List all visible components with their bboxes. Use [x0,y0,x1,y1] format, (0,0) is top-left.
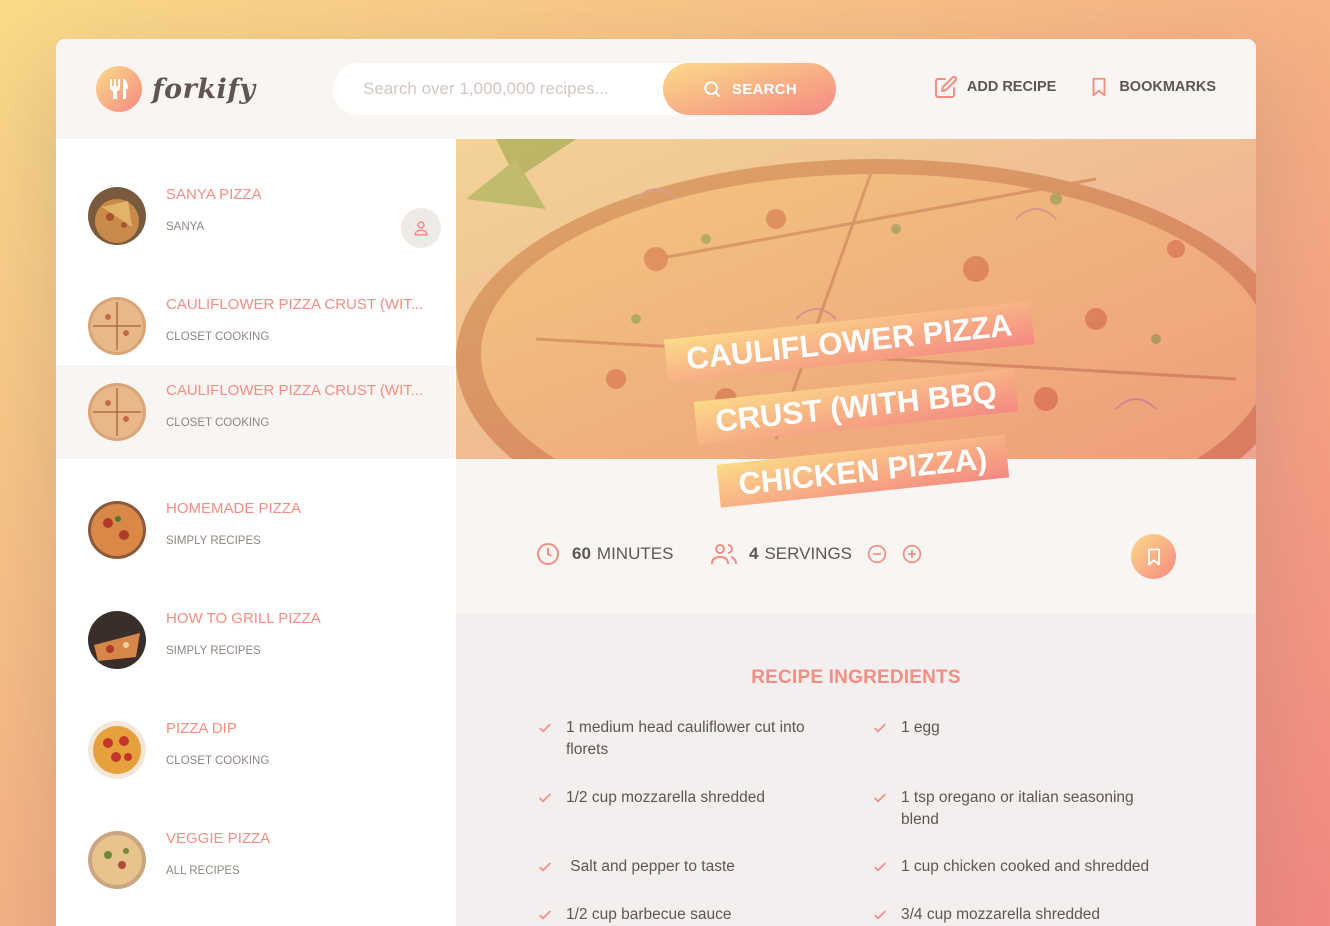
plus-circle-icon [902,544,922,564]
bookmarks-label: BOOKMARKS [1119,79,1216,95]
bookmark-icon [1092,77,1106,97]
ingredient-item: Salt and pepper to taste [536,856,826,878]
result-publisher: SIMPLY RECIPES [166,645,261,657]
servings-unit: SERVINGS [764,544,853,563]
ingredient-text: 1/2 cup barbecue sauce [566,906,732,923]
ingredient-text: 3/4 cup mozzarella shredded [901,906,1101,923]
result-item[interactable]: PIZZA DIP CLOSET COOKING [56,673,455,783]
ingredient-item: 1 medium head cauliflower cut into flore… [536,717,826,761]
ingredient-item: 3/4 cup mozzarella shredded [871,904,1161,926]
result-title: PIZZA DIP [166,720,237,737]
search-input[interactable] [363,79,663,99]
result-title: SANYA PIZZA [166,186,262,203]
ingredient-item: 1/2 cup barbecue sauce [536,904,826,926]
logo[interactable]: forkify [96,66,256,112]
result-thumbnail [88,297,146,355]
result-publisher: SIMPLY RECIPES [166,535,261,547]
fork-knife-icon [96,66,142,112]
result-title: CAULIFLOWER PIZZA CRUST (WIT... [166,296,424,313]
cooking-time-value: 60 [572,544,591,563]
check-icon [874,910,886,920]
check-icon [539,862,551,872]
search-button[interactable]: SEARCH [663,63,836,115]
check-icon [539,723,551,733]
recipe-view: CAULIFLOWER PIZZA CRUST (WITH BBQ CHICKE… [456,139,1256,926]
search-results: SANYA PIZZA SANYA CAULIFLOWER PIZZA CRUS… [56,139,455,926]
ingredient-item: 1 tsp oregano or italian seasoning blend [871,787,1161,831]
ingredient-text: 1 cup chicken cooked and shredded [901,858,1150,875]
result-thumbnail [88,831,146,889]
check-icon [539,910,551,920]
add-recipe-label: ADD RECIPE [966,79,1057,95]
result-thumbnail [88,501,146,559]
servings-controls [867,544,937,564]
result-publisher: CLOSET COOKING [166,331,270,343]
bookmarks-button[interactable]: BOOKMARKS [1088,75,1216,99]
ingredient-text: 1 egg [901,719,940,736]
add-recipe-button[interactable]: ADD RECIPE [934,75,1056,99]
search-button-label: SEARCH [731,80,798,98]
result-publisher: CLOSET COOKING [166,417,270,429]
users-icon [711,544,737,565]
ingredients-heading: RECIPE INGREDIENTS [751,667,961,688]
result-thumbnail [88,187,146,245]
result-item[interactable]: CAULIFLOWER PIZZA CRUST (WIT... CLOSET C… [56,249,455,359]
result-item[interactable]: HOMEMADE PIZZA SIMPLY RECIPES [56,453,455,563]
ingredient-text: 1/2 cup mozzarella shredded [566,789,766,806]
check-icon [539,793,551,803]
cooking-time: 60 MINUTES [536,542,673,566]
ingredient-text: 1 tsp oregano or italian seasoning blend [901,789,1134,828]
clock-icon [537,543,559,565]
recipe-details: 60 MINUTES 4 SERVINGS [456,459,1256,614]
user-generated-badge [401,208,441,248]
increase-servings-button[interactable] [902,544,934,564]
cooking-time-unit: MINUTES [596,544,674,563]
search-icon [704,81,721,98]
ingredient-item: 1 egg [871,717,1161,739]
check-icon [874,723,886,733]
app-container: forkify SEARCH ADD RECIPE BOOKMARKS [56,39,1256,926]
result-publisher: CLOSET COOKING [166,755,270,767]
search-form: SEARCH [333,63,836,115]
result-item[interactable]: SANYA PIZZA SANYA [56,139,455,249]
result-title: VEGGIE PIZZA [166,830,271,847]
result-thumbnail [88,383,146,441]
result-title: CAULIFLOWER PIZZA CRUST (WIT... [166,382,424,399]
servings-value: 4 [749,544,759,563]
result-item-active[interactable]: CAULIFLOWER PIZZA CRUST (WIT... CLOSET C… [56,365,455,459]
user-icon [414,221,428,236]
result-thumbnail [88,721,146,779]
ingredient-item: 1 cup chicken cooked and shredded [871,856,1161,878]
result-item[interactable]: VEGGIE PIZZA ALL RECIPES [56,783,455,893]
result-item[interactable]: HOW TO GRILL PIZZA SIMPLY RECIPES [56,563,455,673]
result-publisher: SANYA [166,221,205,233]
bookmark-recipe-button[interactable] [1131,534,1176,579]
ingredients-section: RECIPE INGREDIENTS 1 medium head caulifl… [456,614,1256,926]
servings: 4 SERVINGS [711,542,937,566]
nav: ADD RECIPE BOOKMARKS [934,75,1216,99]
bookmark-icon [1147,548,1160,565]
result-title: HOMEMADE PIZZA [166,500,302,517]
check-icon [874,862,886,872]
result-thumbnail [88,611,146,669]
minus-circle-icon [867,544,887,564]
edit-icon [934,75,957,98]
result-title: HOW TO GRILL PIZZA [166,610,321,627]
result-publisher: ALL RECIPES [166,865,240,877]
ingredient-item: 1/2 cup mozzarella shredded [536,787,826,809]
logo-text: forkify [152,73,256,105]
recipe-title-line-2: CRUST (WITH BBQ [693,368,1019,445]
ingredient-text: Salt and pepper to taste [566,858,735,875]
ingredient-text: 1 medium head cauliflower cut into flore… [566,719,805,758]
check-icon [874,793,886,803]
decrease-servings-button[interactable] [867,544,899,564]
header: forkify SEARCH ADD RECIPE BOOKMARKS [56,39,1256,139]
